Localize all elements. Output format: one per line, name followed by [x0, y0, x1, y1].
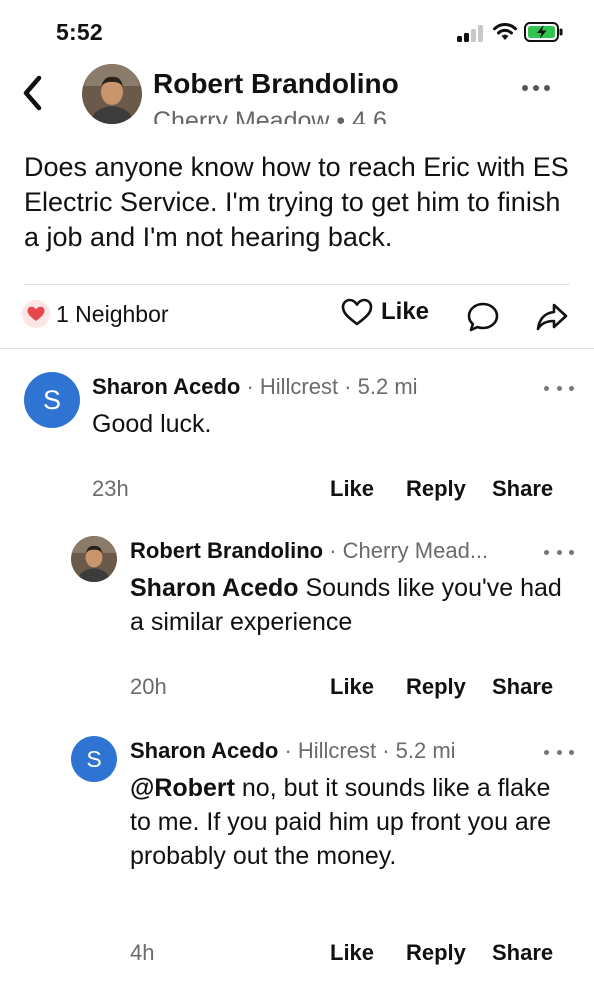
author-name[interactable]: Robert Brandolino — [153, 68, 399, 100]
commenter-name[interactable]: Sharon Acedo — [92, 374, 240, 399]
comment-body: Good luck. — [92, 410, 212, 438]
back-button[interactable] — [14, 70, 50, 116]
comment-reply: S Sharon Acedo · Hillcrest · 5.2 mi @Rob… — [0, 728, 594, 1000]
comment-time: 4h — [130, 940, 155, 965]
divider — [0, 348, 594, 349]
reaction-count: 1 Neighbor — [56, 300, 169, 327]
divider — [24, 284, 570, 285]
comment-meta: Robert Brandolino · Cherry Mead... — [130, 538, 488, 564]
status-time: 5:52 — [56, 19, 103, 45]
status-bar: 5:52 — [0, 0, 594, 56]
more-dots-icon — [544, 385, 549, 391]
commenter-avatar[interactable]: S — [24, 372, 80, 428]
comment-share-button[interactable]: Share — [492, 940, 553, 966]
comment-like-button[interactable]: Like — [330, 674, 374, 700]
more-dots-icon — [544, 549, 549, 555]
comment-share-button[interactable]: Share — [492, 476, 553, 502]
comment-share-button[interactable]: Share — [492, 674, 553, 700]
comment-more-button[interactable] — [544, 380, 574, 396]
comment-meta: Sharon Acedo · Hillcrest · 5.2 mi — [130, 738, 456, 764]
back-chevron-icon — [23, 75, 42, 111]
comment-mention[interactable]: Sharon Acedo — [130, 574, 299, 602]
commenter-avatar[interactable] — [71, 536, 117, 582]
heart-outline-icon — [341, 298, 373, 326]
post-action-bar: 1 Neighbor Like — [0, 292, 594, 342]
share-arrow-icon — [536, 303, 568, 331]
comment-footer: 20h Like Reply Share — [0, 674, 594, 704]
author-location: Cherry Meadow • 4.6 — [153, 107, 387, 124]
commenter-location: · Cherry Mead... — [323, 538, 489, 563]
comment-time: 23h — [92, 476, 129, 501]
signal-icon — [457, 24, 485, 42]
post-body: Does anyone know how to reach Eric with … — [24, 152, 569, 252]
comment: S Sharon Acedo · Hillcrest · 5.2 mi Good… — [0, 360, 594, 520]
more-dots-icon — [522, 85, 528, 91]
comment-text: @Robert no, but it sounds like a flake t… — [130, 771, 560, 873]
commenter-avatar[interactable]: S — [71, 736, 117, 782]
comment-reply-button[interactable]: Reply — [406, 940, 466, 966]
author-avatar[interactable] — [82, 64, 142, 124]
heart-icon — [22, 300, 50, 328]
comment-footer: 23h Like Reply Share — [0, 476, 594, 506]
comment-more-button[interactable] — [544, 744, 574, 760]
comment-meta: Sharon Acedo · Hillcrest · 5.2 mi — [92, 374, 418, 400]
comment-like-button[interactable]: Like — [330, 476, 374, 502]
comment-reply-button[interactable]: Reply — [406, 674, 466, 700]
comment-like-button[interactable]: Like — [330, 940, 374, 966]
comment-reply: Robert Brandolino · Cherry Mead... Sharo… — [0, 528, 594, 728]
comment-text: Good luck. — [92, 407, 572, 441]
like-button[interactable]: Like — [341, 298, 429, 326]
reaction-summary[interactable]: 1 Neighbor — [22, 300, 169, 328]
commenter-location: · Hillcrest · 5.2 mi — [278, 738, 456, 763]
like-label: Like — [381, 298, 430, 325]
commenter-name[interactable]: Robert Brandolino — [130, 538, 323, 563]
comment-bubble-icon — [467, 302, 499, 332]
comment-more-button[interactable] — [544, 544, 574, 560]
comment-button[interactable] — [466, 300, 500, 334]
comment-time: 20h — [130, 674, 167, 699]
post-header: Robert Brandolino Cherry Meadow • 4.6 — [0, 56, 594, 128]
comment-reply-button[interactable]: Reply — [406, 476, 466, 502]
battery-charging-icon — [524, 22, 564, 42]
commenter-name[interactable]: Sharon Acedo — [130, 738, 278, 763]
wifi-icon — [492, 22, 518, 42]
comment-footer: 4h Like Reply Share — [0, 940, 594, 970]
more-options-button[interactable] — [516, 76, 556, 100]
commenter-location: · Hillcrest · 5.2 mi — [240, 374, 418, 399]
comment-text: Sharon Acedo Sounds like you've had a si… — [130, 571, 570, 639]
comment-mention[interactable]: @Robert — [130, 774, 235, 802]
more-dots-icon — [544, 749, 549, 755]
share-button[interactable] — [535, 300, 569, 334]
